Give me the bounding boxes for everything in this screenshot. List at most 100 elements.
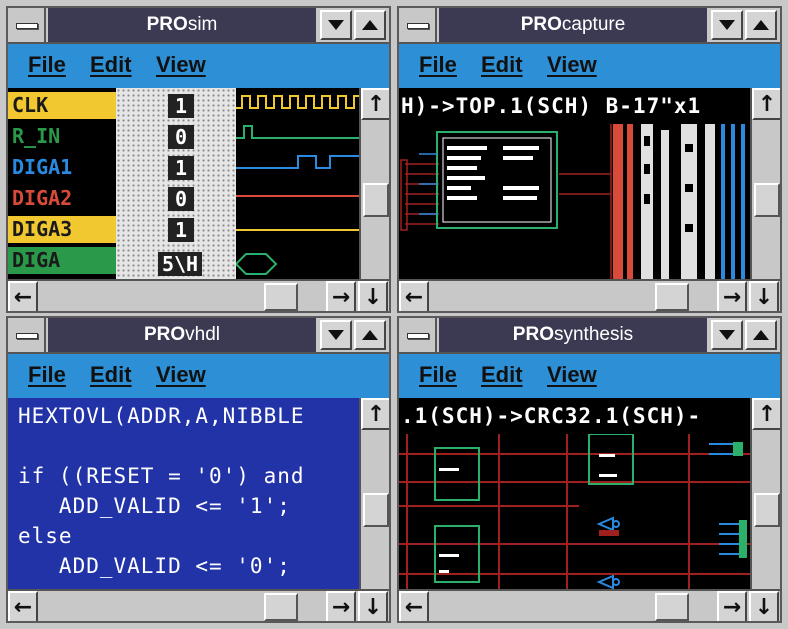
maximize-button[interactable] (354, 320, 386, 350)
menu-edit[interactable]: Edit (481, 52, 523, 78)
scroll-left-button[interactable]: ← (399, 281, 429, 311)
minimize-button[interactable] (320, 10, 352, 40)
minimize-button[interactable] (320, 320, 352, 350)
arrow-right-icon: → (722, 284, 742, 310)
signal-value-diga3: 1 (168, 218, 194, 242)
scroll-right-button[interactable]: → (717, 591, 747, 621)
menu-file[interactable]: File (419, 52, 457, 78)
system-menu-button[interactable] (399, 318, 437, 352)
scroll-right-button[interactable]: → (326, 281, 356, 311)
signal-name-diga[interactable]: DIGA (8, 247, 116, 274)
scroll-down-button[interactable]: ↓ (749, 591, 779, 621)
scroll-down-button[interactable]: ↓ (358, 591, 388, 621)
window-title: PROsim (48, 8, 316, 42)
menu-edit[interactable]: Edit (90, 52, 132, 78)
arrow-right-icon: → (331, 594, 351, 620)
arrow-up-icon: ↑ (366, 401, 386, 427)
maximize-button[interactable] (354, 10, 386, 40)
arrow-up-icon: ↑ (366, 91, 386, 117)
signal-name-diga1[interactable]: DIGA1 (8, 154, 116, 181)
prosim-window: PROsim File Edit View CLK R_IN DIGA1 DIG… (6, 6, 391, 313)
title-prefix: PRO (143, 324, 186, 345)
horizontal-scrollbar[interactable]: ← → ↓ (8, 589, 389, 621)
minimize-button[interactable] (711, 10, 743, 40)
arrow-up-icon: ↑ (757, 401, 777, 427)
horizontal-scroll-thumb[interactable] (264, 283, 298, 311)
menu-edit[interactable]: Edit (90, 362, 132, 388)
vertical-scroll-thumb[interactable] (754, 493, 780, 527)
vertical-scroll-thumb[interactable] (363, 493, 389, 527)
menu-view[interactable]: View (156, 52, 206, 78)
arrow-down-icon: ↓ (754, 284, 774, 310)
horizontal-scroll-thumb[interactable] (655, 593, 689, 621)
arrow-down-icon: ↓ (754, 594, 774, 620)
arrow-left-icon: ← (404, 594, 424, 620)
scroll-right-button[interactable]: → (326, 591, 356, 621)
menu-bar: File Edit View (399, 44, 780, 88)
maximize-button[interactable] (745, 320, 777, 350)
horizontal-scroll-thumb[interactable] (264, 593, 298, 621)
title-prefix: PRO (146, 14, 188, 35)
code-editor[interactable]: HEXTOVL(ADDR,A,NIBBLE if ((RESET = '0') … (8, 398, 359, 589)
vertical-scrollbar[interactable]: ↑ (750, 398, 780, 589)
vertical-scroll-thumb[interactable] (754, 183, 780, 217)
schematic-canvas[interactable]: H)->TOP.1(SCH) B-17"x1 (399, 88, 750, 279)
horizontal-scrollbar[interactable]: ← → ↓ (399, 589, 780, 621)
minimize-button[interactable] (711, 320, 743, 350)
scroll-up-button[interactable]: ↑ (752, 88, 780, 120)
scroll-up-button[interactable]: ↑ (361, 88, 389, 120)
menu-file[interactable]: File (28, 362, 66, 388)
window-title: PROsynthesis (439, 318, 707, 352)
waveform-viewer[interactable]: CLK R_IN DIGA1 DIGA2 DIGA3 DIGA 1 0 1 0 … (8, 88, 359, 279)
scroll-left-button[interactable]: ← (8, 591, 38, 621)
vertical-scroll-thumb[interactable] (363, 183, 389, 217)
signal-name-diga3[interactable]: DIGA3 (8, 216, 116, 243)
scroll-left-button[interactable]: ← (399, 591, 429, 621)
scroll-right-button[interactable]: → (717, 281, 747, 311)
schematic-canvas[interactable]: .1(SCH)->CRC32.1(SCH)- (399, 398, 750, 589)
signal-name-clk[interactable]: CLK (8, 92, 116, 119)
menu-edit[interactable]: Edit (481, 362, 523, 388)
schematic-path: H)->TOP.1(SCH) B-17"x1 (401, 94, 702, 118)
title-suffix: synthesis (553, 324, 634, 345)
menu-view[interactable]: View (547, 52, 597, 78)
vertical-scrollbar[interactable]: ↑ (359, 88, 389, 279)
horizontal-scrollbar[interactable]: ← → ↓ (399, 279, 780, 311)
menu-bar: File Edit View (8, 354, 389, 398)
system-menu-icon (16, 333, 38, 339)
scroll-down-button[interactable]: ↓ (358, 281, 388, 311)
signal-value-clk: 1 (168, 94, 194, 118)
triangle-up-icon (362, 330, 378, 340)
system-menu-button[interactable] (399, 8, 437, 42)
menu-bar: File Edit View (8, 44, 389, 88)
scroll-left-button[interactable]: ← (8, 281, 38, 311)
scroll-up-button[interactable]: ↑ (361, 398, 389, 430)
menu-file[interactable]: File (419, 362, 457, 388)
horizontal-scrollbar[interactable]: ← → ↓ (8, 279, 389, 311)
triangle-down-icon (719, 330, 735, 340)
menu-view[interactable]: View (156, 362, 206, 388)
vertical-scrollbar[interactable]: ↑ (750, 88, 780, 279)
system-menu-button[interactable] (8, 318, 46, 352)
system-menu-button[interactable] (8, 8, 46, 42)
arrow-right-icon: → (722, 594, 742, 620)
triangle-up-icon (753, 20, 769, 30)
maximize-button[interactable] (745, 10, 777, 40)
signal-name-r-in[interactable]: R_IN (8, 123, 116, 150)
title-bar: PROsim (8, 8, 389, 44)
arrow-down-icon: ↓ (363, 284, 383, 310)
signal-value-diga1: 1 (168, 156, 194, 180)
menu-file[interactable]: File (28, 52, 66, 78)
code-line: ADD_VALID <= '1'; (18, 494, 291, 518)
vertical-scrollbar[interactable]: ↑ (359, 398, 389, 589)
code-area[interactable]: HEXTOVL(ADDR,A,NIBBLE if ((RESET = '0') … (8, 398, 359, 589)
menu-view[interactable]: View (547, 362, 597, 388)
synthesis-netlist (399, 434, 750, 589)
signal-name-diga2[interactable]: DIGA2 (8, 185, 116, 212)
scroll-up-button[interactable]: ↑ (752, 398, 780, 430)
prosynthesis-window: PROsynthesis File Edit View .1(SCH)->CRC… (397, 316, 782, 623)
triangle-down-icon (328, 330, 344, 340)
scroll-down-button[interactable]: ↓ (749, 281, 779, 311)
provhdl-window: PROvhdl File Edit View HEXTOVL(ADDR,A,NI… (6, 316, 391, 623)
horizontal-scroll-thumb[interactable] (655, 283, 689, 311)
